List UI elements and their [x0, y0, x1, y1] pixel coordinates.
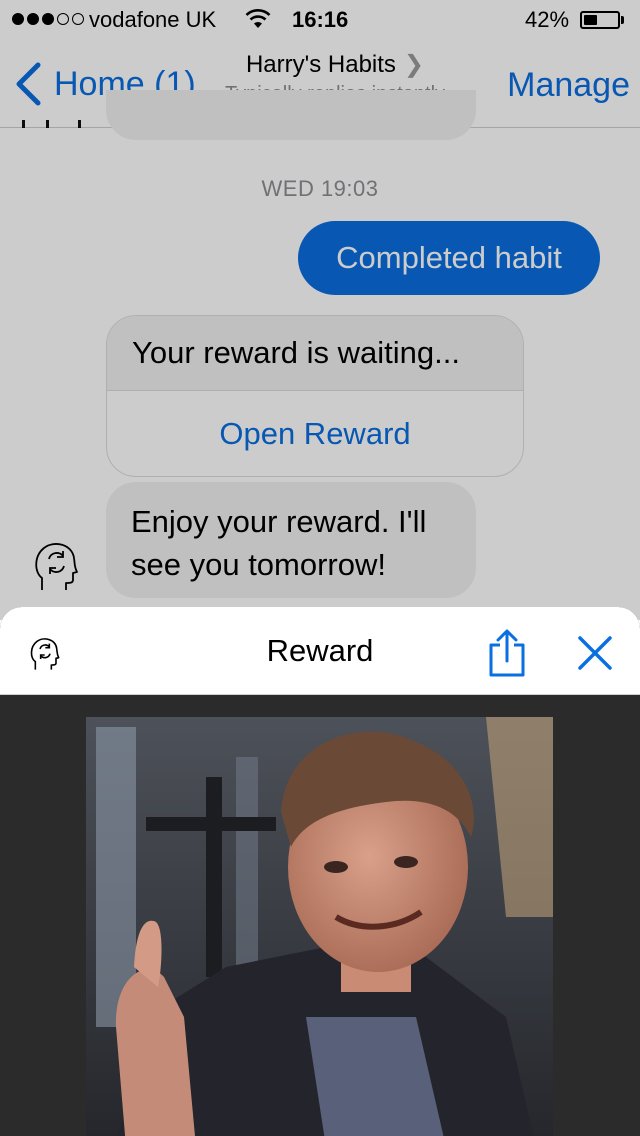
reward-sheet-title: Reward — [266, 633, 374, 668]
messenger-screen: vodafone UK 16:16 42% Home (1) Harry's H… — [0, 0, 640, 1136]
reward-sheet-header: Reward — [0, 607, 640, 695]
reward-sheet: Reward — [0, 607, 640, 1136]
dim-overlay — [0, 0, 640, 620]
reward-gif-image — [86, 717, 553, 1136]
close-icon[interactable] — [577, 635, 613, 671]
share-icon[interactable] — [486, 629, 528, 677]
